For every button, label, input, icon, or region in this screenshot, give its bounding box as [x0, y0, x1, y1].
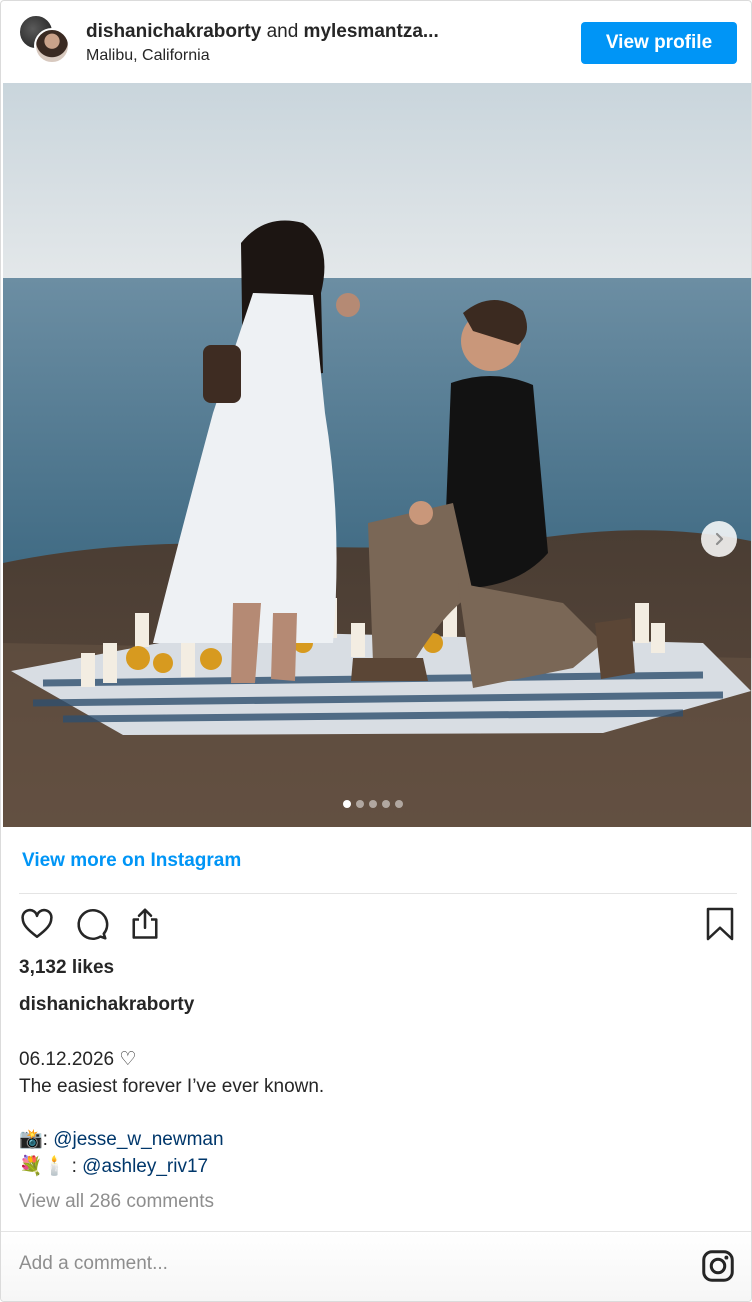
post-location[interactable]: Malibu, California — [86, 47, 210, 65]
share-icon[interactable] — [127, 906, 163, 942]
comment-icon[interactable] — [73, 906, 109, 942]
caption-text: The easiest forever I’ve ever known. — [19, 1076, 325, 1097]
divider — [19, 893, 737, 894]
author-separator: and — [266, 21, 299, 42]
carousel-dot — [382, 800, 390, 808]
save-icon[interactable] — [703, 906, 737, 942]
post-authors: dishanichakraborty and mylesmantza... — [86, 21, 439, 43]
decorator-mention[interactable]: @ashley_riv17 — [82, 1156, 208, 1177]
carousel-dot — [343, 800, 351, 808]
decor-credit-emoji: 💐🕯️ : — [19, 1156, 77, 1177]
view-all-comments-link[interactable]: View all 286 comments — [19, 1191, 214, 1213]
photographer-mention[interactable]: @jesse_w_newman — [53, 1129, 223, 1150]
view-more-on-instagram-link[interactable]: View more on Instagram — [22, 850, 241, 872]
view-profile-button[interactable]: View profile — [581, 22, 737, 64]
carousel-next-button[interactable] — [701, 521, 737, 557]
author-username[interactable]: dishanichakraborty — [86, 21, 261, 42]
post-photo-image — [3, 83, 751, 827]
carousel-indicator — [343, 800, 403, 808]
instagram-icon[interactable] — [700, 1248, 736, 1284]
instagram-embed-card: dishanichakraborty and mylesmantza... Ma… — [0, 0, 752, 1302]
chevron-right-icon — [715, 532, 724, 546]
decor-credit: 💐🕯️ : @ashley_riv17 — [19, 1153, 729, 1180]
post-caption: 06.12.2026 ♡ The easiest forever I’ve ev… — [19, 1046, 729, 1180]
post-header: dishanichakraborty and mylesmantza... Ma… — [1, 1, 751, 83]
like-count[interactable]: 3,132 likes — [19, 957, 114, 979]
photo-credit-emoji: 📸: — [19, 1129, 48, 1150]
carousel-dot — [395, 800, 403, 808]
avatar — [34, 28, 70, 64]
carousel-dot — [356, 800, 364, 808]
photo-credit: 📸: @jesse_w_newman — [19, 1126, 729, 1153]
caption-username[interactable]: dishanichakraborty — [19, 994, 194, 1016]
comment-bar: Add a comment... — [1, 1232, 751, 1301]
add-comment-input[interactable]: Add a comment... — [19, 1253, 168, 1275]
carousel-dot — [369, 800, 377, 808]
caption-date: 06.12.2026 ♡ — [19, 1049, 137, 1070]
like-icon[interactable] — [19, 906, 55, 942]
avatar-stack[interactable] — [18, 14, 72, 66]
post-actions — [19, 906, 737, 946]
post-photo[interactable] — [3, 83, 751, 827]
coauthor-username[interactable]: mylesmantza... — [304, 21, 439, 42]
